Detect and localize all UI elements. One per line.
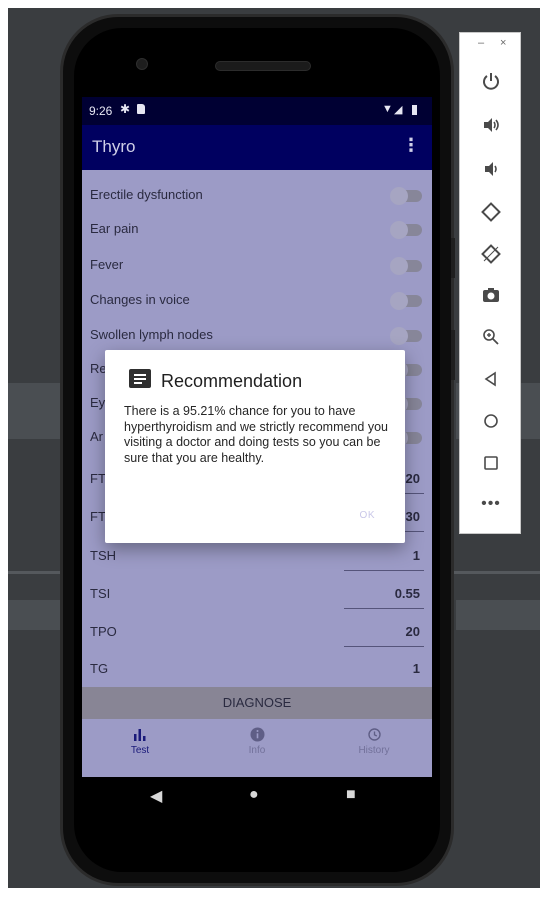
bottom-navigation: Test Info History bbox=[82, 721, 432, 769]
system-navigation-bar: ◀ ● ■ bbox=[82, 777, 432, 817]
input-underline bbox=[344, 570, 424, 571]
symptom-switch[interactable] bbox=[390, 187, 422, 205]
zoom-icon[interactable] bbox=[460, 327, 522, 353]
switch-knob bbox=[390, 257, 408, 275]
status-bar: 9:26 ✱ ▼ ◢ bbox=[82, 97, 432, 125]
input-underline bbox=[344, 646, 424, 647]
symptom-switch[interactable] bbox=[390, 292, 422, 310]
symptom-row: Fever bbox=[82, 249, 432, 283]
close-button[interactable]: × bbox=[500, 37, 506, 49]
minimize-button[interactable]: – bbox=[478, 37, 484, 49]
switch-knob bbox=[390, 327, 408, 345]
lab-value-row: TSH 1 bbox=[82, 540, 432, 574]
nav-label: Test bbox=[130, 745, 150, 756]
switch-knob bbox=[390, 292, 408, 310]
nav-item-info[interactable]: Info bbox=[212, 727, 302, 756]
symptom-label: Fever bbox=[90, 257, 124, 272]
input-underline bbox=[344, 608, 424, 609]
home-icon[interactable]: ● bbox=[249, 786, 259, 804]
symptom-label: Ear pain bbox=[90, 221, 139, 236]
power-icon[interactable] bbox=[460, 71, 522, 97]
symptom-label: Ar bbox=[90, 429, 103, 444]
recommendation-dialog: Recommendation There is a 95.21% chance … bbox=[105, 350, 405, 543]
lab-value-input[interactable]: 0.55 bbox=[344, 586, 424, 601]
diagnose-button[interactable]: DIAGNOSE bbox=[82, 687, 432, 719]
side-button bbox=[451, 238, 455, 278]
volume-up-icon[interactable] bbox=[460, 115, 522, 141]
switch-knob bbox=[390, 187, 408, 205]
icon-line bbox=[134, 378, 146, 380]
symptom-switch[interactable] bbox=[390, 327, 422, 345]
dialog-message: There is a 95.21% chance for you to have… bbox=[124, 404, 388, 465]
app-bar: Thyro ⋮ bbox=[82, 125, 432, 170]
home-icon[interactable] bbox=[460, 411, 522, 437]
nav-item-history[interactable]: History bbox=[329, 727, 419, 756]
symptom-switch[interactable] bbox=[390, 221, 422, 239]
symptom-switch[interactable] bbox=[390, 257, 422, 275]
emulator-toolbar: – × ••• bbox=[459, 32, 521, 534]
back-icon[interactable] bbox=[460, 369, 522, 395]
lab-value-label: FT bbox=[90, 471, 106, 486]
lab-value-label: TG bbox=[90, 661, 109, 676]
nav-label: History bbox=[358, 745, 390, 756]
comment-icon bbox=[129, 369, 151, 388]
symptom-label: Erectile dysfunction bbox=[90, 187, 203, 202]
volume-down-icon[interactable] bbox=[460, 159, 522, 185]
earpiece-speaker bbox=[215, 61, 311, 71]
symptom-row: Ear pain bbox=[82, 213, 432, 247]
bar-chart-icon bbox=[95, 727, 185, 745]
info-icon bbox=[212, 727, 302, 745]
battery-icon bbox=[412, 105, 417, 115]
switch-knob bbox=[390, 221, 408, 239]
status-time: 9:26 bbox=[89, 104, 113, 118]
lab-value-input[interactable]: 1 bbox=[344, 548, 424, 563]
lab-value-label: FT bbox=[90, 509, 106, 524]
symptom-label: Changes in voice bbox=[90, 292, 190, 307]
icon-line bbox=[134, 374, 146, 376]
symptom-label: Swollen lymph nodes bbox=[90, 327, 213, 342]
lab-value-input[interactable]: 20 bbox=[344, 624, 424, 639]
rotate-right-icon[interactable] bbox=[460, 243, 522, 271]
dialog-title: Recommendation bbox=[161, 371, 303, 391]
side-button bbox=[451, 330, 455, 380]
sd-card-icon bbox=[137, 104, 145, 114]
lab-value-label: TSH bbox=[90, 548, 116, 563]
lab-value-label: TPO bbox=[90, 624, 117, 639]
icon-line bbox=[134, 382, 142, 384]
wifi-icon: ▼ bbox=[382, 103, 393, 115]
lab-value-label: TSI bbox=[90, 586, 111, 601]
lab-value-row: TPO 20 bbox=[82, 616, 432, 650]
gear-icon: ✱ bbox=[120, 102, 131, 116]
history-icon bbox=[329, 727, 419, 745]
nav-item-test[interactable]: Test bbox=[95, 727, 185, 756]
more-vert-icon[interactable]: ⋮ bbox=[402, 136, 420, 154]
nav-label: Info bbox=[248, 745, 266, 756]
back-icon[interactable]: ◀ bbox=[150, 786, 162, 806]
rotate-left-icon[interactable] bbox=[460, 201, 522, 229]
symptom-label: Ey bbox=[90, 395, 106, 410]
overview-icon[interactable]: ■ bbox=[346, 786, 356, 804]
lab-value-input[interactable]: 1 bbox=[344, 661, 424, 676]
front-camera bbox=[136, 58, 148, 70]
app-title: Thyro bbox=[92, 137, 136, 156]
overview-icon[interactable] bbox=[460, 453, 522, 479]
lab-value-row: TG 1 bbox=[82, 653, 432, 687]
lab-value-row: TSI 0.55 bbox=[82, 578, 432, 612]
symptom-row: Swollen lymph nodes bbox=[82, 319, 432, 353]
desktop-band-right-lower bbox=[456, 600, 540, 630]
more-icon[interactable]: ••• bbox=[460, 495, 522, 513]
symptom-row: Erectile dysfunction bbox=[82, 179, 432, 213]
symptom-row: Changes in voice bbox=[82, 284, 432, 318]
signal-icon: ◢ bbox=[394, 104, 403, 116]
ok-button[interactable]: OK bbox=[360, 510, 375, 521]
camera-icon[interactable] bbox=[460, 285, 522, 311]
